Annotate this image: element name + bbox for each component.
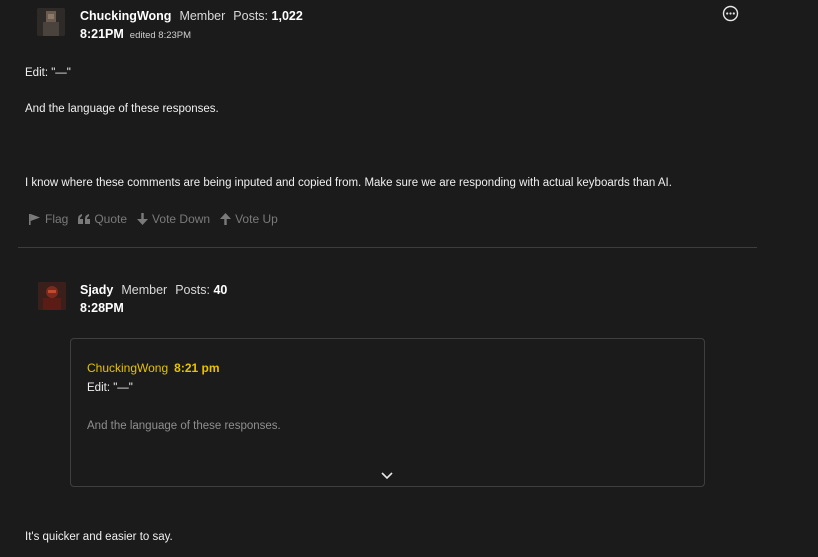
avatar-image bbox=[38, 282, 66, 310]
edited-label: edited 8:23PM bbox=[129, 30, 192, 41]
avatar[interactable] bbox=[38, 282, 66, 310]
post-count: Posts: 40 bbox=[175, 283, 228, 297]
quote-block: ChuckingWong 8:21 pm Edit: "—" And the la… bbox=[70, 338, 705, 487]
expand-quote-button[interactable] bbox=[381, 467, 393, 485]
post-body-line: I know where these comments are being in… bbox=[25, 177, 672, 189]
post-time[interactable]: 8:21PM bbox=[80, 27, 124, 41]
quote-icon bbox=[78, 214, 91, 224]
more-options-icon bbox=[722, 5, 739, 22]
avatar-image bbox=[37, 8, 65, 36]
quote-time[interactable]: 8:21 pm bbox=[174, 361, 219, 375]
post-options-button[interactable] bbox=[722, 5, 739, 27]
user-role: Member bbox=[121, 283, 168, 297]
post-author-line: Sjady Member Posts: 40 bbox=[80, 281, 227, 299]
post-count: Posts: 1,022 bbox=[233, 9, 303, 23]
post-body-line: Edit: "—" bbox=[25, 67, 71, 79]
post-actions: Flag Quote Vote Down Vote Up bbox=[29, 212, 278, 226]
post-time[interactable]: 8:28PM bbox=[80, 301, 124, 315]
post-author-line: ChuckingWong Member Posts: 1,022 bbox=[80, 7, 303, 25]
post-meta: 8:28PM bbox=[80, 299, 124, 317]
post-body-line: It's quicker and easier to say. bbox=[25, 531, 173, 543]
post-meta: 8:21PM edited 8:23PM bbox=[80, 25, 191, 43]
vote-up-button[interactable]: Vote Up bbox=[220, 212, 278, 226]
post-divider bbox=[18, 247, 757, 248]
flag-button[interactable]: Flag bbox=[29, 212, 68, 226]
quote-line: Edit: "—" bbox=[87, 382, 133, 394]
quote-author[interactable]: ChuckingWong bbox=[87, 361, 168, 375]
chevron-down-icon bbox=[381, 472, 393, 480]
user-role: Member bbox=[179, 9, 226, 23]
vote-down-button[interactable]: Vote Down bbox=[137, 212, 210, 226]
avatar[interactable] bbox=[37, 8, 65, 36]
arrow-down-icon bbox=[137, 213, 149, 225]
username[interactable]: Sjady bbox=[80, 283, 113, 297]
flag-icon bbox=[29, 213, 40, 225]
username[interactable]: ChuckingWong bbox=[80, 9, 171, 23]
quote-header: ChuckingWong 8:21 pm bbox=[87, 359, 220, 377]
post-body-line: And the language of these responses. bbox=[25, 103, 219, 115]
quote-button[interactable]: Quote bbox=[78, 212, 127, 226]
quote-line: And the language of these responses. bbox=[87, 420, 281, 432]
arrow-up-icon bbox=[220, 213, 232, 225]
